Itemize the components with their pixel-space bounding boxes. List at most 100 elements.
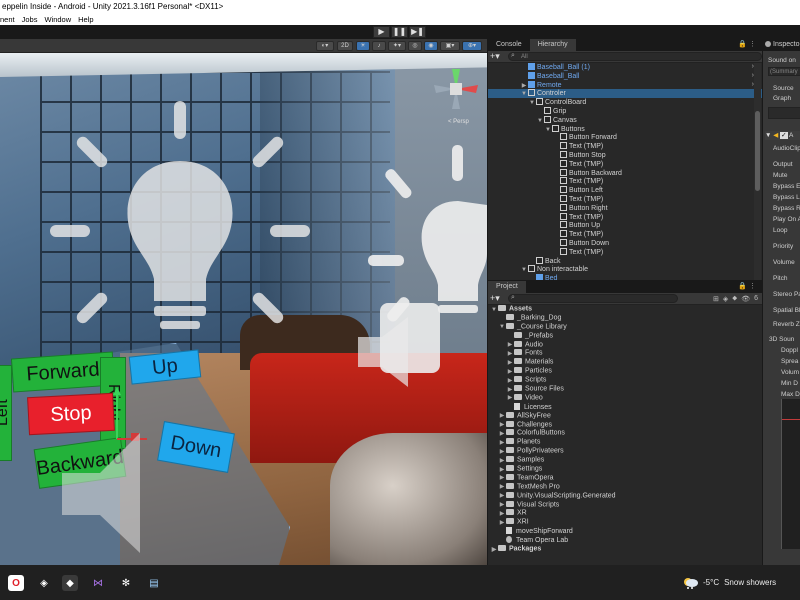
project-search-input[interactable] [508,294,678,303]
hierarchy-item[interactable]: Text (TMP) [488,230,762,239]
hierarchy-item[interactable]: Text (TMP) [488,142,762,151]
scene-view[interactable]: ◐▾ 2D ☀ ♪ ✦▾ ◎ ◉ ▣▾ ⊕▾ Left Forward Up S… [0,39,487,565]
audio-toggle-icon[interactable]: ♪ [372,41,386,51]
project-item[interactable]: ▶ Audio [488,340,762,350]
visual-studio-icon[interactable]: ⋈ [90,575,106,591]
project-item[interactable]: _Barking_Dog [488,313,762,323]
project-item[interactable]: ▶ TextMesh Pro [488,482,762,492]
tag-icon[interactable]: ⬥ [732,295,737,303]
perspective-label[interactable]: < Persp [448,119,469,125]
hierarchy-item[interactable]: Button Down [488,238,762,248]
project-item[interactable]: ▶ PollyPrivateers [488,447,762,456]
project-item[interactable]: Team Opera Lab [488,536,762,545]
hierarchy-item[interactable]: Text (TMP) [488,194,762,204]
step-button[interactable]: ▶❚ [409,26,426,38]
hierarchy-item[interactable]: Text (TMP) [488,177,762,186]
hierarchy-item[interactable]: ▼ Non interactable [488,265,762,274]
hierarchy-item[interactable]: Grip [488,106,762,116]
add-object-button[interactable]: +▾ [490,51,504,62]
expand-arrow-icon[interactable]: ▶ [490,546,498,555]
scene-orientation-gizmo-icon[interactable] [430,69,482,139]
scrollbar-thumb[interactable] [755,111,760,191]
expand-arrow-icon[interactable]: ▶ [498,483,506,492]
expand-arrow-icon[interactable]: ▼ [498,323,506,332]
project-item[interactable]: ▶ Scripts [488,376,762,385]
hierarchy-item[interactable]: ▼ Canvas [488,115,762,125]
expand-arrow-icon[interactable]: ▼ [490,306,498,315]
menu-item-component[interactable]: nent [0,14,15,25]
project-item[interactable]: ▶ XR [488,509,762,518]
unity-editor-icon[interactable]: ◆ [62,575,78,591]
hidden-objects-icon[interactable]: ◎ [408,41,422,51]
gizmos-toggle-icon[interactable]: ⊕▾ [462,41,482,51]
notes-app-icon[interactable]: ▤ [146,575,162,591]
project-item[interactable]: ▶ Samples [488,456,762,465]
tab-inspector[interactable]: Inspecto [763,39,800,51]
hierarchy-item[interactable]: ▼ Buttons [488,124,762,134]
panel-menu-icon[interactable]: 🔒 ⋮ [738,281,762,293]
project-item[interactable]: ▶ Unity.VisualScripting.Generated [488,491,762,501]
project-item[interactable]: moveShipForward [488,527,762,536]
play-button[interactable]: ▶ [373,26,390,38]
visibility-toggle-icon[interactable]: ◉ [424,41,438,51]
weather-widget[interactable]: -5°C Snow showers [682,575,776,589]
camera-settings-icon[interactable]: ▣▾ [440,41,460,51]
audio-source-gizmo-icon-small[interactable] [358,317,418,387]
project-item[interactable]: ▶ Packages [488,545,762,554]
toggle-2d-button[interactable]: 2D [337,41,353,51]
audio-source-gizmo-icon[interactable] [60,423,160,563]
expand-arrow-icon[interactable]: ▶ [498,474,506,483]
light-bulb-gizmo-icon[interactable] [50,101,310,361]
hierarchy-item[interactable]: Text (TMP) [488,212,762,222]
project-item[interactable]: _Prefabs [488,331,762,341]
chatgpt-icon[interactable]: ✻ [118,575,134,591]
hierarchy-item[interactable]: Button Forward [488,133,762,142]
summary-field[interactable]: (Summary [768,67,800,76]
unity-hub-icon[interactable]: ◈ [36,575,52,591]
project-item[interactable]: ▼ Assets [488,305,762,314]
graph-field[interactable] [768,107,800,119]
expand-arrow-icon[interactable]: ▶ [506,394,514,403]
project-item[interactable]: ▶ XRI [488,518,762,527]
menu-item-window[interactable]: Window [44,14,71,25]
create-asset-button[interactable]: +▾ [490,293,504,304]
filter-label-icon[interactable]: ◈ [723,295,728,303]
hierarchy-item[interactable]: Text (TMP) [488,159,762,169]
hierarchy-item[interactable]: Button Left [488,186,762,195]
hierarchy-item[interactable]: Back [488,256,762,266]
left-button[interactable]: Left [0,365,12,461]
light-bulb-gizmo-icon-right[interactable] [368,145,487,325]
opera-icon[interactable]: O [8,575,24,591]
tab-hierarchy[interactable]: Hierarchy [529,39,576,51]
project-item[interactable]: ▶ TeamOpera [488,473,762,483]
hierarchy-item[interactable]: Baseball_Ball (1) › [488,63,762,72]
project-item[interactable]: Licenses [488,402,762,412]
project-item[interactable]: ▶ Planets [488,438,762,447]
hierarchy-item[interactable]: ▼ ControlBoard [488,98,762,107]
project-item[interactable]: ▶ Challenges [488,420,762,430]
hierarchy-item[interactable]: ▶ Remote › [488,80,762,90]
lighting-toggle-icon[interactable]: ☀ [356,41,370,51]
project-item[interactable]: ▶ Visual Scripts [488,500,762,510]
effects-toggle-icon[interactable]: ✦▾ [388,41,406,51]
project-item[interactable]: ▶ Particles [488,367,762,376]
project-item[interactable]: ▶ Settings [488,465,762,474]
project-item[interactable]: ▶ AllSkyFree [488,411,762,421]
menu-item-help[interactable]: Help [78,14,93,25]
expand-arrow-icon[interactable]: ▶ [498,492,506,501]
hidden-packages-icon[interactable]: 👁 [741,295,750,303]
tab-project[interactable]: Project [488,281,526,293]
project-item[interactable]: ▶ Source Files [488,385,762,394]
hierarchy-item[interactable]: Text (TMP) [488,247,762,257]
hierarchy-item[interactable]: ▼ Controler [488,89,762,99]
hierarchy-item[interactable]: Button Right [488,203,762,213]
project-item[interactable]: ▶ Materials [488,358,762,367]
panel-menu-icon[interactable]: 🔒 ⋮ [738,39,762,51]
project-item[interactable]: ▶ ColorfulButtons [488,429,762,438]
enabled-checkbox[interactable]: ✓ [780,132,788,139]
menu-item-jobs[interactable]: Jobs [22,14,38,25]
hierarchy-scrollbar[interactable] [754,63,761,280]
project-item[interactable]: ▶ Fonts [488,349,762,358]
expand-arrow-icon[interactable]: ▶ [498,412,506,421]
project-item[interactable]: ▼ _Course Library [488,322,762,332]
